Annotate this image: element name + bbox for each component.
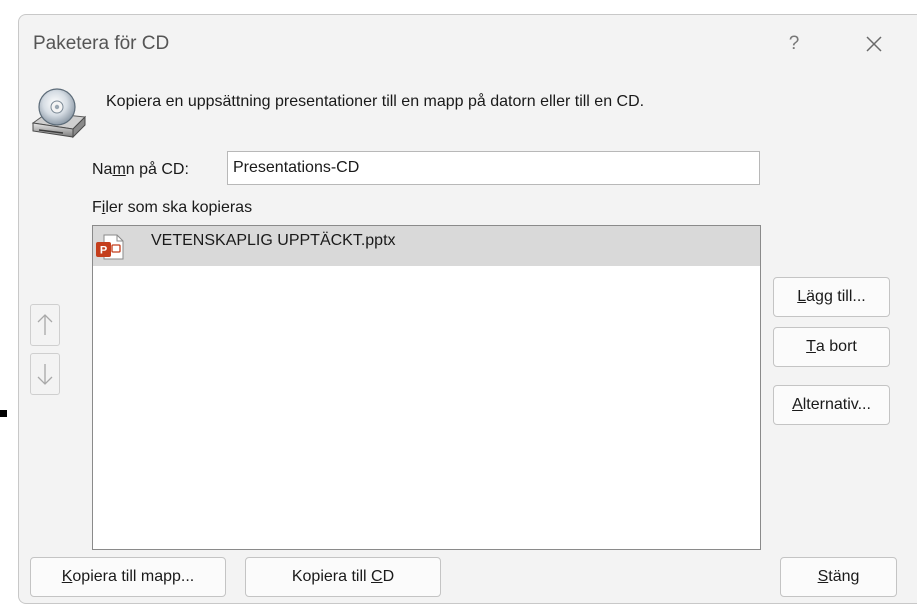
close-button[interactable]: Stäng [780,557,897,597]
remove-file-button[interactable]: Ta bort [773,327,890,367]
cd-drive-icon [31,88,87,139]
svg-text:P: P [100,245,107,257]
add-files-button[interactable]: Lägg till... [773,277,890,317]
cd-name-input[interactable] [227,151,760,185]
file-list[interactable]: P VETENSKAPLIG UPPTÄCKT.pptx [92,225,761,550]
list-item[interactable]: P VETENSKAPLIG UPPTÄCKT.pptx [93,226,760,266]
file-name: VETENSKAPLIG UPPTÄCKT.pptx [151,232,396,249]
cd-name-label: Namn på CD: [92,161,189,178]
close-icon [866,36,882,52]
copy-to-folder-button[interactable]: Kopiera till mapp... [30,557,226,597]
package-for-cd-dialog: Paketera för CD ? Kopiera en uppsättning… [18,14,917,604]
help-icon: ? [788,33,800,54]
edge-marker [0,410,7,417]
move-down-button[interactable] [30,353,60,395]
dialog-title: Paketera för CD [33,33,170,54]
copy-to-cd-button[interactable]: Kopiera till CD [245,557,441,597]
close-window-button[interactable] [857,27,891,61]
files-label: Filer som ska kopieras [92,199,253,216]
move-up-button[interactable] [30,304,60,346]
arrow-up-icon [37,314,53,335]
arrow-down-icon [37,364,53,385]
instruction-text: Kopiera en uppsättning presentationer ti… [106,93,645,110]
options-button[interactable]: Alternativ... [773,385,890,425]
powerpoint-file-icon: P [96,234,124,260]
help-button[interactable]: ? [784,33,804,57]
